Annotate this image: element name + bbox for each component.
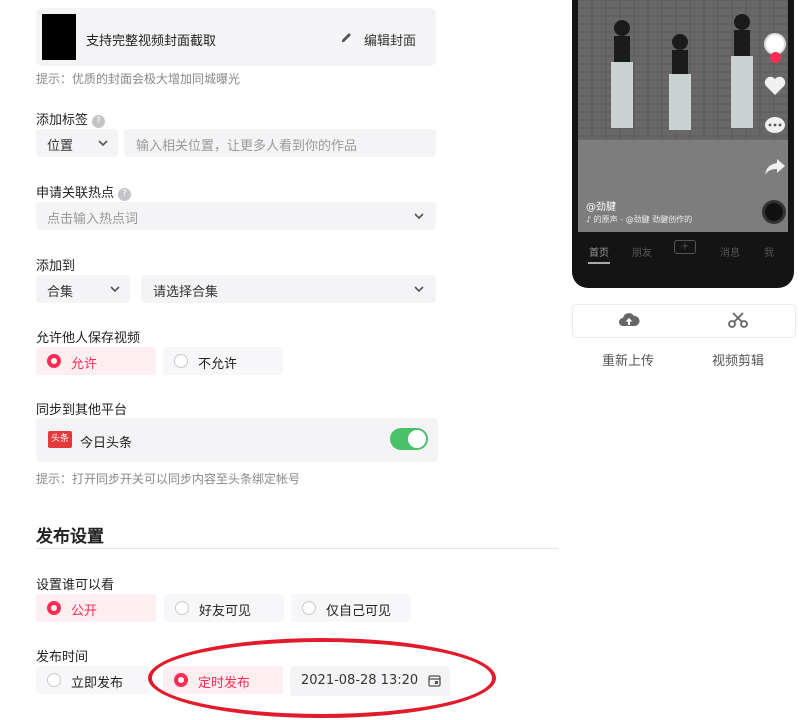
save-deny-option[interactable]: 不允许 xyxy=(163,347,283,375)
collection-select[interactable]: 请选择合集 xyxy=(141,275,436,303)
chevron-down-icon xyxy=(98,140,108,147)
visibility-label: 设置谁可以看 xyxy=(36,578,115,593)
music-disc-icon[interactable] xyxy=(762,200,786,224)
chevron-down-icon xyxy=(110,286,120,293)
video-preview[interactable]: @劲腱 ♪ 的原声 - @劲腱 劲腱创作的 xyxy=(578,0,788,232)
hotspot-placeholder: 点击输入热点词 xyxy=(47,212,139,227)
save-video-label: 允许他人保存视频 xyxy=(36,331,141,346)
toggle-knob xyxy=(408,430,426,448)
hotspot-select[interactable]: 点击输入热点词 xyxy=(36,202,436,230)
nav-me: 我 xyxy=(764,248,774,259)
visibility-public-label: 公开 xyxy=(71,604,98,619)
tags-label: 添加标签? xyxy=(36,109,106,128)
phone-bottom-nav: 首页 朋友 + 消息 我 xyxy=(572,232,794,272)
help-icon[interactable]: ? xyxy=(92,115,106,128)
tag-type-select[interactable]: 位置 xyxy=(36,129,118,157)
visibility-private-label: 仅自己可见 xyxy=(326,604,392,619)
save-allow-label: 允许 xyxy=(71,357,98,372)
collection-placeholder: 请选择合集 xyxy=(153,285,219,300)
visibility-friends-option[interactable]: 好友可见 xyxy=(164,594,284,622)
help-icon[interactable]: ? xyxy=(118,188,132,201)
video-author: @劲腱 xyxy=(586,202,616,213)
radio-unselected-icon xyxy=(47,673,61,687)
nav-friends: 朋友 xyxy=(632,248,652,259)
publish-settings-heading: 发布设置 xyxy=(36,527,104,547)
cover-title: 支持完整视频封面截取 xyxy=(86,34,217,49)
heart-icon[interactable] xyxy=(764,76,786,96)
sync-label: 同步到其他平台 xyxy=(36,403,128,418)
radio-selected-icon xyxy=(47,354,61,368)
edit-cover-button[interactable]: 编辑封面 xyxy=(364,30,416,49)
hotspot-label: 申请关联热点? xyxy=(36,182,132,201)
sync-hint: 提示：打开同步开关可以同步内容至头条绑定帐号 xyxy=(36,472,301,486)
publish-now-option[interactable]: 立即发布 xyxy=(36,666,150,694)
edit-video-button[interactable]: 视频剪辑 xyxy=(712,350,764,369)
sync-toggle[interactable] xyxy=(390,428,428,450)
share-icon[interactable] xyxy=(764,158,786,176)
divider xyxy=(36,548,558,549)
visibility-friends-label: 好友可见 xyxy=(199,604,252,619)
radio-selected-icon xyxy=(47,601,61,615)
pencil-icon[interactable] xyxy=(340,30,354,44)
save-deny-label: 不允许 xyxy=(198,357,238,372)
tag-type-value: 位置 xyxy=(47,139,74,154)
cover-hint: 提示：优质的封面会极大增加同城曝光 xyxy=(36,72,241,86)
reupload-button[interactable]: 重新上传 xyxy=(602,350,654,369)
annotation-ellipse xyxy=(148,638,496,718)
publish-time-label: 发布时间 xyxy=(36,650,89,665)
nav-active-indicator xyxy=(588,262,610,264)
nav-messages: 消息 xyxy=(720,248,740,259)
add-to-type-value: 合集 xyxy=(47,285,74,300)
add-to-label: 添加到 xyxy=(36,259,76,274)
tag-input-placeholder: 输入相关位置，让更多人看到你的作品 xyxy=(136,139,358,154)
add-to-type-select[interactable]: 合集 xyxy=(36,275,130,303)
video-music: ♪ 的原声 - @劲腱 劲腱创作的 xyxy=(586,215,693,224)
toutiao-name: 今日头条 xyxy=(80,436,133,451)
visibility-public-option[interactable]: 公开 xyxy=(36,594,156,622)
chevron-down-icon xyxy=(414,286,424,293)
nav-plus: + xyxy=(674,240,696,254)
follow-plus-icon[interactable] xyxy=(770,52,781,63)
nav-home: 首页 xyxy=(589,248,609,259)
tag-input[interactable]: 输入相关位置，让更多人看到你的作品 xyxy=(124,129,436,157)
cover-thumbnail[interactable] xyxy=(42,14,76,60)
preview-toolbar xyxy=(572,304,796,338)
save-allow-option[interactable]: 允许 xyxy=(36,347,156,375)
toutiao-logo: 头条 xyxy=(48,431,72,448)
publish-now-label: 立即发布 xyxy=(71,676,124,691)
chevron-down-icon xyxy=(414,213,424,220)
phone-preview: @劲腱 ♪ 的原声 - @劲腱 劲腱创作的 首页 朋友 + 消息 我 xyxy=(572,0,794,288)
radio-unselected-icon xyxy=(174,354,188,368)
comment-icon[interactable] xyxy=(764,116,786,136)
scissors-icon[interactable] xyxy=(727,311,749,329)
radio-unselected-icon xyxy=(175,601,189,615)
upload-cloud-icon[interactable] xyxy=(618,311,640,329)
visibility-private-option[interactable]: 仅自己可见 xyxy=(291,594,411,622)
radio-unselected-icon xyxy=(302,601,316,615)
